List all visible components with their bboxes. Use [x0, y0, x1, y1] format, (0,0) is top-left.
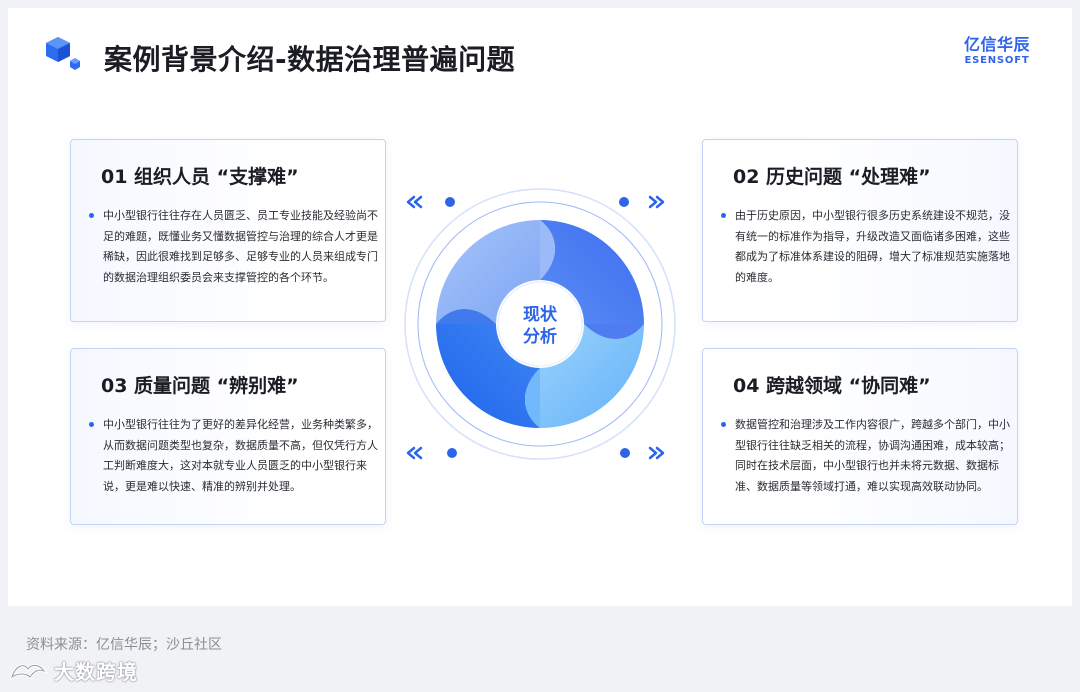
slide: 案例背景介绍-数据治理普遍问题 亿信华辰 ESENSOFT 01 组织人员 “支… — [8, 8, 1072, 606]
center-label-line2: 分析 — [523, 326, 557, 347]
chevron-left-icon — [406, 195, 423, 209]
brand-name-en: ESENSOFT — [964, 55, 1030, 66]
watermark: 大数跨境 — [8, 656, 138, 685]
card-title: 04 跨越领域 “协同难” — [733, 375, 931, 397]
chevron-left-icon — [406, 446, 423, 460]
bird-logo-icon — [9, 663, 48, 681]
source-footnote: 资料来源：亿信华辰；沙丘社区 — [26, 637, 222, 653]
page-title: 案例背景介绍-数据治理普遍问题 — [104, 43, 516, 76]
card-quality: 03 质量问题 “辨别难” 中小型银行往往为了更好的差异化经营，业务种类繁多，从… — [70, 348, 386, 525]
brand-name-cn: 亿信华辰 — [963, 35, 1030, 54]
card-title: 03 质量问题 “辨别难” — [101, 375, 299, 397]
connector-dot — [619, 197, 629, 207]
brand-logo: 亿信华辰 ESENSOFT — [964, 35, 1030, 67]
status-analysis-diagram: 现状 分析 — [404, 188, 676, 460]
connector-dot — [620, 448, 630, 458]
chevron-right-icon — [648, 446, 665, 460]
blue-cube-icon — [46, 37, 80, 70]
center-label-line1: 现状 — [523, 304, 558, 325]
card-text: 中小型银行往往为了更好的差异化经营，业务种类繁多，从而数据问题类型也复杂，数据质… — [87, 415, 385, 497]
card-organization: 01 组织人员 “支撑难” 中小型银行往往存在人员匮乏、员工专业技能及经验尚不足… — [70, 139, 386, 322]
connector-dot — [445, 197, 455, 207]
card-text: 数据管控和治理涉及工作内容很广，跨越多个部门，中小型银行往往缺乏相关的流程，协调… — [719, 415, 1017, 497]
card-text: 由于历史原因，中小型银行很多历史系统建设不规范，没有统一的标准作为指导，升级改造… — [719, 206, 1017, 288]
card-collaboration: 04 跨越领域 “协同难” 数据管控和治理涉及工作内容很广，跨越多个部门，中小型… — [702, 348, 1018, 525]
card-text: 中小型银行往往存在人员匮乏、员工专业技能及经验尚不足的难题，既懂业务又懂数据管控… — [87, 206, 385, 288]
card-title: 01 组织人员 “支撑难” — [101, 166, 299, 188]
card-history: 02 历史问题 “处理难” 由于历史原因，中小型银行很多历史系统建设不规范，没有… — [702, 139, 1018, 322]
card-title: 02 历史问题 “处理难” — [733, 166, 931, 188]
connector-dot — [447, 448, 457, 458]
watermark-text: 大数跨境 — [54, 660, 138, 684]
chevron-right-icon — [648, 195, 665, 209]
